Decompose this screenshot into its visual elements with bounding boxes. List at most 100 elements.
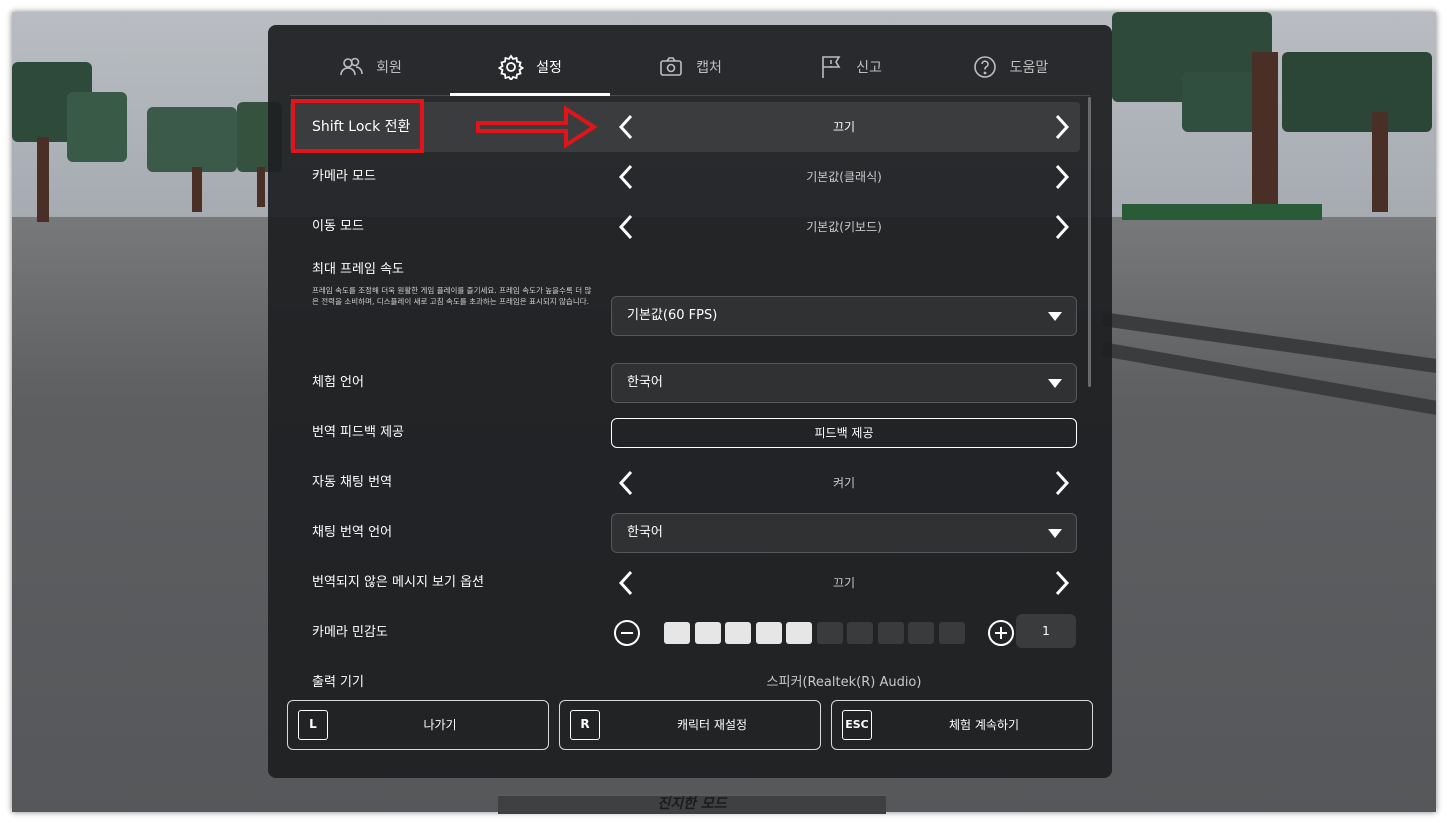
sensitivity-value-input[interactable]: 1 (1016, 614, 1076, 648)
setting-label: 체험 언어 (312, 375, 364, 390)
tab-members[interactable]: 회원 (290, 39, 450, 95)
setting-row-auto-chat-translation[interactable]: 자동 채팅 번역 켜기 (290, 458, 1080, 508)
sensitivity-segment[interactable] (786, 622, 812, 644)
grass-patch (1122, 204, 1322, 220)
tree (1112, 12, 1436, 222)
tab-label: 신고 (856, 60, 882, 76)
setting-description: 프레임 속도를 조정해 더욱 원활한 게임 플레이를 즐기세요. 프레임 속도가… (312, 286, 592, 306)
tab-label: 도움말 (1009, 60, 1049, 76)
setting-label: 번역되지 않은 메시지 보기 옵션 (312, 575, 485, 590)
sensitivity-segment[interactable] (664, 622, 690, 644)
chevron-left-icon (618, 570, 633, 596)
annotation-highlight-box (291, 99, 424, 153)
flag-icon (822, 56, 841, 78)
previous-option-button[interactable] (612, 162, 642, 192)
setting-value: 끄기 (832, 120, 856, 134)
key-hint: ESC (842, 710, 872, 740)
setting-label: 채팅 번역 언어 (312, 525, 393, 540)
setting-label: 카메라 민감도 (312, 625, 388, 640)
sensitivity-segment[interactable] (938, 622, 965, 644)
sensitivity-segment[interactable] (725, 622, 751, 644)
setting-row-movement-mode[interactable]: 이동 모드 기본값(키보드) (290, 202, 1080, 252)
leave-button[interactable]: L 나가기 (287, 700, 549, 750)
setting-row-translation-feedback: 번역 피드백 제공 피드백 제공 (290, 408, 1080, 458)
tab-report[interactable]: 신고 (770, 39, 930, 95)
setting-label: 자동 채팅 번역 (312, 475, 393, 490)
sensitivity-segment[interactable] (877, 622, 904, 644)
button-label: 체험 계속하기 (948, 718, 1020, 732)
previous-option-button[interactable] (612, 212, 642, 242)
chat-language-dropdown[interactable]: 한국어 (611, 513, 1077, 553)
tab-bar: 회원 설정 캡처 신고 도움말 (290, 39, 1090, 96)
dropdown-value: 한국어 (627, 375, 663, 390)
previous-option-button[interactable] (612, 568, 642, 598)
reset-character-button[interactable]: R 캐릭터 재설정 (559, 700, 821, 750)
chevron-right-icon (1055, 164, 1070, 190)
tab-label: 회원 (376, 60, 402, 76)
key-hint: L (298, 710, 328, 740)
sensitivity-segment[interactable] (908, 622, 934, 644)
people-icon (340, 57, 363, 76)
setting-label: 이동 모드 (312, 219, 364, 234)
dropdown-value: 기본값(60 FPS) (627, 308, 718, 323)
chevron-right-icon (1055, 114, 1070, 140)
tab-capture[interactable]: 캡처 (610, 39, 770, 95)
setting-value: 기본값(키보드) (806, 220, 882, 234)
chevron-right-icon (1055, 214, 1070, 240)
tab-label: 캡처 (696, 60, 722, 76)
setting-label: 번역 피드백 제공 (312, 425, 404, 440)
tab-settings[interactable]: 설정 (450, 39, 610, 96)
setting-value: 기본값(클래식) (806, 170, 882, 184)
caret-down-icon (1048, 312, 1062, 321)
increase-button[interactable] (988, 620, 1014, 646)
setting-row-camera-mode[interactable]: 카메라 모드 기본값(클래식) (290, 152, 1080, 202)
sensitivity-segment[interactable] (847, 622, 873, 644)
next-option-button[interactable] (1046, 112, 1076, 142)
setting-label: 최대 프레임 속도 (312, 262, 404, 277)
mode-label: 진지한 모드 (657, 796, 727, 812)
chevron-left-icon (618, 114, 633, 140)
button-label: 캐릭터 재설정 (676, 718, 748, 732)
chevron-right-icon (1055, 470, 1070, 496)
tree (147, 107, 247, 217)
chevron-left-icon (618, 164, 633, 190)
button-label: 나가기 (423, 718, 457, 732)
chevron-left-icon (618, 214, 633, 240)
feedback-button[interactable]: 피드백 제공 (611, 418, 1077, 448)
chevron-right-icon (1055, 570, 1070, 596)
mode-banner: 진지한 모드 (498, 794, 886, 814)
help-icon (973, 56, 996, 78)
scrollbar[interactable] (1088, 97, 1091, 387)
language-dropdown[interactable]: 한국어 (611, 363, 1077, 403)
tab-help[interactable]: 도움말 (930, 39, 1090, 95)
tree (12, 52, 132, 222)
camera-icon (660, 57, 682, 76)
key-hint: R (570, 710, 600, 740)
gear-icon (498, 54, 525, 80)
chevron-left-icon (618, 470, 633, 496)
setting-row-untranslated-messages[interactable]: 번역되지 않은 메시지 보기 옵션 끄기 (290, 558, 1080, 608)
next-option-button[interactable] (1046, 568, 1076, 598)
resume-button[interactable]: ESC 체험 계속하기 (831, 700, 1093, 750)
setting-row-camera-sensitivity: 카메라 민감도 1 (290, 608, 1080, 658)
setting-value: 켜기 (832, 476, 856, 490)
previous-option-button[interactable] (612, 468, 642, 498)
setting-value: 끄기 (832, 576, 856, 590)
tab-label: 설정 (536, 60, 562, 76)
previous-option-button[interactable] (612, 112, 642, 142)
setting-row-experience-language: 체험 언어 한국어 (290, 358, 1080, 408)
setting-row-chat-translation-language: 채팅 번역 언어 한국어 (290, 508, 1080, 558)
sensitivity-segment[interactable] (694, 622, 721, 644)
sensitivity-segment[interactable] (816, 622, 843, 644)
next-option-button[interactable] (1046, 468, 1076, 498)
sensitivity-segment[interactable] (755, 622, 782, 644)
decrease-button[interactable] (614, 620, 640, 646)
next-option-button[interactable] (1046, 212, 1076, 242)
annotation-arrow-icon (476, 105, 598, 149)
framerate-dropdown[interactable]: 기본값(60 FPS) (611, 296, 1077, 336)
caret-down-icon (1048, 379, 1062, 388)
setting-label: 카메라 모드 (312, 169, 376, 184)
next-option-button[interactable] (1046, 162, 1076, 192)
setting-row-max-framerate: 최대 프레임 속도 프레임 속도를 조정해 더욱 원활한 게임 플레이를 즐기세… (290, 252, 1080, 350)
caret-down-icon (1048, 529, 1062, 538)
